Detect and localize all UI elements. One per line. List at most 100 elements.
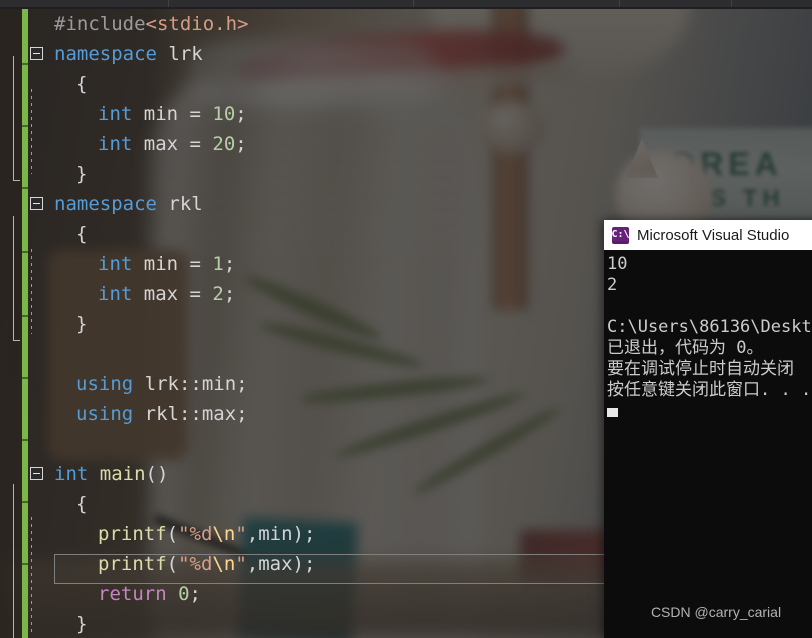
fold-guide <box>13 484 14 638</box>
token-ppfile: <stdio.h> <box>145 13 249 35</box>
token-punct: ; <box>236 373 248 395</box>
line-using-max[interactable]: using rkl::max; <box>28 399 612 429</box>
token-kw: namespace <box>54 43 157 65</box>
code-text[interactable]: #include<stdio.h> namespace lrk { int min =… <box>28 9 612 638</box>
console-line: C:\Users\86136\Deskto <box>607 317 812 337</box>
line-main[interactable]: int main() <box>28 459 612 489</box>
code-line-text: using rkl::max; <box>54 403 248 425</box>
token-kw: int <box>98 133 133 155</box>
code-line-text: int min = 10; <box>54 103 247 125</box>
line-main-close[interactable]: } <box>28 609 612 638</box>
code-line-text: } <box>54 313 87 335</box>
fold-guide-end <box>13 340 20 341</box>
editor-gutter[interactable] <box>0 9 22 638</box>
line-lrk-close[interactable]: } <box>28 159 612 189</box>
token-punct: { <box>76 223 88 245</box>
line-lrk-max[interactable]: int max = 20; <box>28 129 612 159</box>
token-punct: } <box>76 313 88 335</box>
token-punct: ; <box>223 283 236 305</box>
code-line-text: int max = 2; <box>54 283 235 305</box>
line-rkl-open[interactable]: { <box>28 219 612 249</box>
line-rkl-close[interactable]: } <box>28 309 612 339</box>
code-line-text: int main() <box>54 463 168 485</box>
token-kw: using <box>76 373 134 395</box>
token-punct: { <box>76 73 88 95</box>
token-punct: , <box>246 523 259 545</box>
token-id: min = <box>132 103 213 125</box>
code-editor[interactable]: #include<stdio.h> namespace lrk { int min =… <box>0 9 612 638</box>
screen: DREA NGS TH <box>0 0 812 638</box>
line-namespace-rkl[interactable]: namespace rkl <box>28 189 612 219</box>
line-lrk-open[interactable]: { <box>28 69 612 99</box>
token-id: lrk <box>156 43 203 65</box>
console-line: 2 <box>607 275 618 295</box>
token-punct: ; <box>235 133 247 155</box>
line-main-open[interactable]: { <box>28 489 612 519</box>
code-line-text: printf("%d\n",min); <box>54 523 315 545</box>
token-id: min <box>258 523 293 545</box>
code-line-text: using lrk::min; <box>54 373 248 395</box>
code-line-text: { <box>54 493 87 515</box>
console-title-text: Microsoft Visual Studio <box>637 226 790 244</box>
console-titlebar[interactable]: C:\ Microsoft Visual Studio <box>604 220 812 250</box>
token-punct: ( <box>166 523 179 545</box>
token-id: min = <box>132 253 213 275</box>
collapse-minus-icon[interactable] <box>30 197 43 210</box>
token-punct: { <box>76 493 88 515</box>
token-id: lrk::min <box>133 373 237 395</box>
line-blank-2[interactable] <box>28 429 612 459</box>
token-kw: int <box>98 253 133 275</box>
code-line-text: namespace rkl <box>54 193 203 215</box>
line-lrk-min[interactable]: int min = 10; <box>28 99 612 129</box>
console-window[interactable]: C:\ Microsoft Visual Studio 10 2 C:\Users\… <box>604 220 812 638</box>
token-id: max = <box>132 283 213 305</box>
token-punct: () <box>145 463 169 485</box>
collapse-minus-icon[interactable] <box>30 467 43 480</box>
line-include[interactable]: #include<stdio.h> <box>28 9 612 39</box>
token-fn: printf <box>98 523 167 545</box>
code-line-text: { <box>54 223 87 245</box>
token-kw: int <box>98 103 133 125</box>
token-kw: using <box>76 403 134 425</box>
line-rkl-max[interactable]: int max = 2; <box>28 279 612 309</box>
current-line-highlight <box>54 554 612 584</box>
token-ctl: return <box>98 583 167 605</box>
token-esc: \n <box>212 523 236 545</box>
code-line-text: namespace lrk <box>54 43 203 65</box>
token-punct: ; <box>223 253 236 275</box>
code-line-text: } <box>54 163 87 185</box>
code-line-text: int max = 20; <box>54 133 247 155</box>
token-id <box>167 583 178 605</box>
token-num: 10 <box>212 103 236 125</box>
console-line: 10 <box>607 254 628 274</box>
console-cursor <box>607 408 618 417</box>
token-id: max = <box>132 133 213 155</box>
token-num: 0 <box>178 583 190 605</box>
token-num: 2 <box>212 283 224 305</box>
code-line-text: return 0; <box>54 583 201 605</box>
line-namespace-lrk[interactable]: namespace lrk <box>28 39 612 69</box>
code-line-text: int min = 1; <box>54 253 235 275</box>
line-printf-min[interactable]: printf("%d\n",min); <box>28 519 612 549</box>
line-blank-1[interactable] <box>28 339 612 369</box>
token-punct: } <box>76 613 88 635</box>
console-output[interactable]: 10 2 C:\Users\86136\Deskto 已退出，代码为 0。 要在调试停止… <box>604 250 812 638</box>
token-kw: int <box>54 463 89 485</box>
code-line-text: } <box>54 613 87 635</box>
console-line: 按任意键关闭此窗口. . . <box>607 380 812 400</box>
fold-guide <box>13 56 14 180</box>
token-punct: ); <box>292 523 316 545</box>
token-num: 20 <box>212 133 236 155</box>
token-punct: ; <box>235 103 247 125</box>
token-kw: int <box>98 283 133 305</box>
token-punct: ; <box>236 403 248 425</box>
token-id: rkl <box>156 193 203 215</box>
token-str: "%d <box>178 523 213 545</box>
line-using-min[interactable]: using lrk::min; <box>28 369 612 399</box>
code-line-text: #include<stdio.h> <box>54 13 248 35</box>
code-line-text: { <box>54 73 87 95</box>
collapse-minus-icon[interactable] <box>30 47 43 60</box>
line-rkl-min[interactable]: int min = 1; <box>28 249 612 279</box>
fold-guide-end <box>13 180 20 181</box>
